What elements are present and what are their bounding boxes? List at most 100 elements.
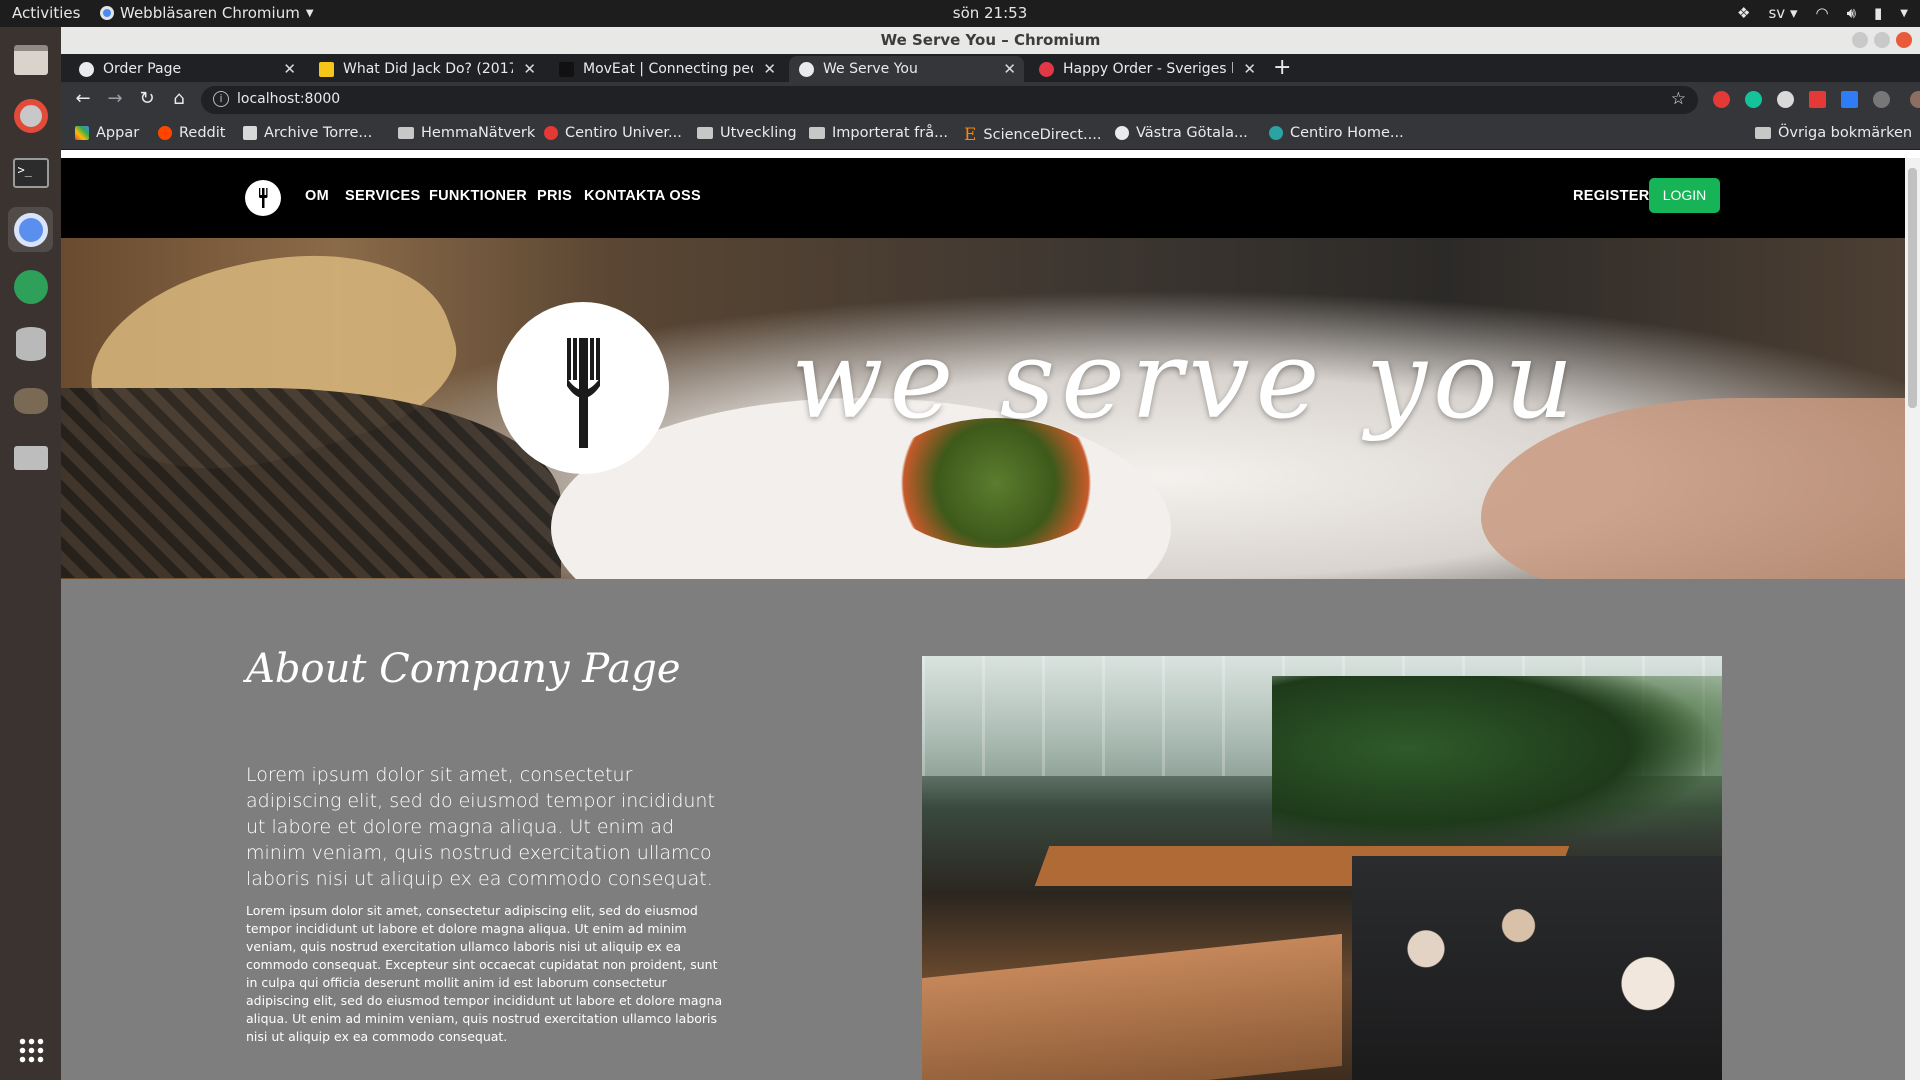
restaurant-interior-image [922, 656, 1722, 1080]
bookmark-centiro-university[interactable]: Centiro Univer... [544, 125, 682, 141]
home-icon[interactable]: ⌂ [167, 88, 191, 109]
tab-strip: Order Page ✕ What Did Jack Do? (2017) ✕ … [61, 54, 1920, 82]
tab-happy-order[interactable]: Happy Order - Sveriges le ✕ [1029, 56, 1264, 82]
bookmark-reddit[interactable]: Reddit [158, 125, 225, 141]
bookmark-centiro-home[interactable]: Centiro Home... [1269, 125, 1404, 141]
nav-link-services[interactable]: SERVICES [345, 188, 420, 204]
tab-order-page[interactable]: Order Page ✕ [69, 56, 304, 82]
scanner-icon[interactable] [8, 435, 53, 480]
about-title: About Company Page [246, 646, 681, 692]
tab-what-did-jack-do[interactable]: What Did Jack Do? (2017) ✕ [309, 56, 544, 82]
close-button[interactable] [1896, 32, 1912, 48]
tab-label: MovEat | Connecting peo [583, 61, 753, 77]
nav-link-kontakta-oss[interactable]: KONTAKTA OSS [584, 188, 701, 204]
hero-fork-logo-icon [497, 302, 669, 474]
battery-icon: ▮ [1874, 4, 1883, 22]
tab-favicon-icon [79, 62, 94, 77]
nav-link-funktioner[interactable]: FUNKTIONER [429, 188, 527, 204]
tab-label: Happy Order - Sveriges le [1063, 61, 1233, 77]
bookmark-sciencedirect[interactable]: E ScienceDirect.... [964, 125, 1101, 145]
login-button[interactable]: LOGIN [1649, 178, 1720, 213]
moveat-icon [559, 62, 574, 77]
url-text[interactable]: localhost:8000 [237, 91, 340, 107]
extension-arrow-icon[interactable] [1841, 91, 1858, 108]
about-body-paragraph: Lorem ipsum dolor sit amet, consectetur … [246, 903, 723, 1044]
bookmark-hemmanatverk[interactable]: HemmaNätverk [398, 125, 535, 141]
fork-logo-icon[interactable] [245, 180, 281, 216]
nav-link-om[interactable]: OM [305, 188, 329, 204]
gimp-icon[interactable] [8, 378, 53, 423]
image-diners [1352, 856, 1722, 1080]
bookmark-appar[interactable]: Appar [75, 125, 139, 141]
centiro-home-icon [1269, 126, 1283, 140]
window-title: We Serve You – Chromium [880, 31, 1101, 49]
database-icon[interactable] [8, 321, 53, 366]
tab-favicon-icon [799, 62, 814, 77]
page-scrollbar[interactable] [1905, 158, 1920, 1080]
atom-icon[interactable] [8, 264, 53, 309]
reddit-icon [158, 126, 172, 140]
system-tray[interactable]: ❖ sv ▾ ◠ 🔊︎ ▮ ▼ [1737, 4, 1908, 22]
bookmark-importerat[interactable]: Importerat frå... [809, 125, 948, 141]
imdb-icon [319, 62, 334, 77]
bookmark-archive-torrents[interactable]: Archive Torre... [243, 125, 372, 141]
grammarly-extension-icon[interactable] [1745, 91, 1762, 108]
show-apps-icon[interactable] [8, 1027, 53, 1072]
maximize-button[interactable] [1874, 32, 1890, 48]
back-icon[interactable]: ← [71, 88, 95, 109]
folder-icon [697, 127, 713, 139]
window-titlebar: We Serve You – Chromium [61, 27, 1920, 54]
about-lead-paragraph: Lorem ipsum dolor sit amet, consectetur … [246, 764, 715, 890]
close-tab-icon[interactable]: ✕ [283, 56, 296, 82]
files-icon[interactable] [8, 37, 53, 82]
system-top-bar: Activities Webbläsaren Chromium ▼ sön 21… [0, 0, 1920, 27]
language-indicator[interactable]: sv ▾ [1768, 4, 1797, 22]
new-tab-button[interactable]: + [1273, 56, 1291, 80]
bookmark-vastra-gotaland[interactable]: Västra Götala... [1115, 125, 1248, 141]
wifi-icon: ◠ [1815, 4, 1829, 22]
hero-basket [61, 388, 561, 578]
extension-icon[interactable] [1777, 91, 1794, 108]
volume-icon: 🔊︎ [1846, 4, 1857, 22]
tab-we-serve-you[interactable]: We Serve You ✕ [789, 56, 1024, 82]
globe-icon [1115, 126, 1129, 140]
nav-link-pris[interactable]: PRIS [537, 188, 572, 204]
chevron-down-icon[interactable]: ▼ [1900, 8, 1908, 19]
m-extension-icon[interactable] [1809, 91, 1826, 108]
bookmarks-bar: Appar Reddit Archive Torre... HemmaNätve… [61, 118, 1920, 150]
hero-banner: we serve you [61, 238, 1905, 579]
site-info-icon[interactable]: i [213, 91, 229, 107]
close-tab-icon[interactable]: ✕ [763, 56, 776, 82]
reload-icon[interactable]: ↻ [135, 88, 159, 109]
page-viewport[interactable]: OM SERVICES FUNKTIONER PRIS KONTAKTA OSS… [61, 158, 1920, 1080]
adblock-extension-icon[interactable] [1713, 91, 1730, 108]
extension-grey-icon[interactable] [1873, 91, 1890, 108]
close-tab-icon[interactable]: ✕ [523, 56, 536, 82]
apps-grid-icon [75, 126, 89, 140]
bookmark-star-icon[interactable]: ☆ [1671, 89, 1686, 109]
bookmark-other-bookmarks[interactable]: Övriga bokmärken [1755, 125, 1912, 141]
register-link[interactable]: REGISTER [1573, 188, 1650, 204]
settings-tool-icon[interactable] [8, 93, 53, 138]
profile-avatar-icon[interactable] [1910, 91, 1920, 108]
clock[interactable]: sön 21:53 [0, 4, 1920, 22]
dropbox-icon: ❖ [1737, 4, 1751, 22]
address-bar[interactable]: i localhost:8000 ☆ [201, 86, 1698, 114]
terminal-icon[interactable]: >_ [8, 150, 53, 195]
folder-icon [398, 127, 414, 139]
close-tab-icon[interactable]: ✕ [1003, 56, 1016, 82]
bookmark-utveckling[interactable]: Utveckling [697, 125, 797, 141]
chromium-dock-icon[interactable] [8, 207, 53, 252]
site-navbar: OM SERVICES FUNKTIONER PRIS KONTAKTA OSS… [61, 158, 1905, 238]
happy-order-icon [1039, 62, 1054, 77]
elsevier-icon: E [964, 125, 977, 145]
scrollbar-thumb[interactable] [1908, 168, 1917, 408]
hero-tagline: we serve you [791, 318, 1580, 443]
forward-icon[interactable]: → [103, 88, 127, 109]
minimize-button[interactable] [1852, 32, 1868, 48]
archive-icon [243, 126, 257, 140]
browser-toolbar: ← → ↻ ⌂ i localhost:8000 ☆ ⋮ [61, 82, 1920, 118]
tab-moveat[interactable]: MovEat | Connecting peo ✕ [549, 56, 784, 82]
folder-icon [809, 127, 825, 139]
close-tab-icon[interactable]: ✕ [1243, 56, 1256, 82]
